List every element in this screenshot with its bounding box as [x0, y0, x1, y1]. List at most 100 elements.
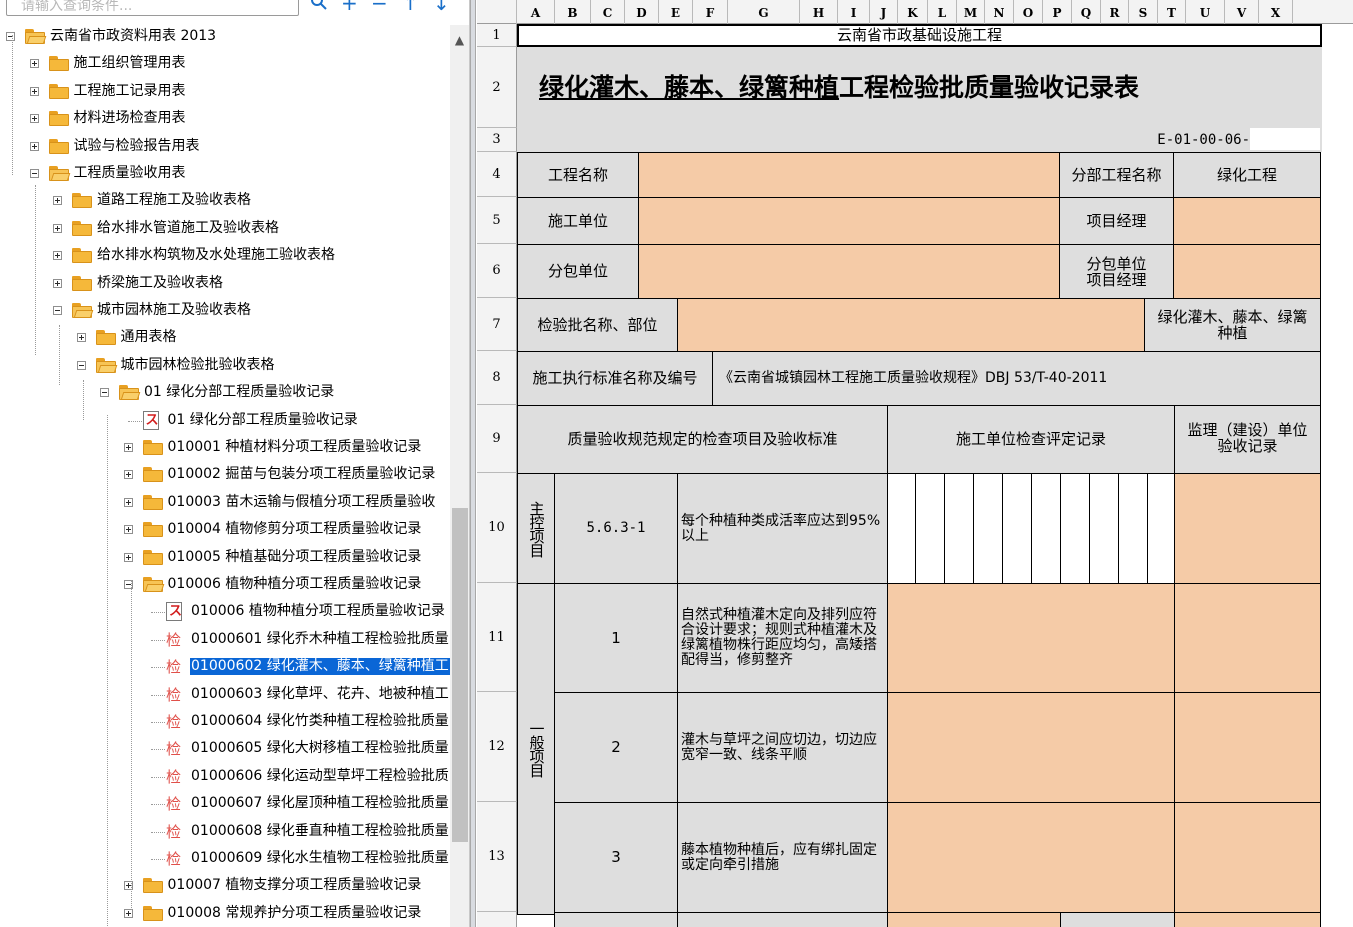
tree-leaf-inspection[interactable]: 检 01000602 绿化灌木、藤本、绿篱种植工 — [0, 655, 450, 679]
header-supervisor-record[interactable]: 监理（建设）单位 验收记录 — [1174, 405, 1321, 474]
contractor-label[interactable]: 施工单位 — [517, 197, 639, 245]
column-header[interactable]: L — [928, 0, 957, 24]
tree-leaf-inspection[interactable]: 检 01000605 绿化大树移植工程检验批质量 — [0, 737, 450, 761]
next-row-contractor[interactable] — [887, 912, 1061, 927]
check-cell[interactable] — [1060, 473, 1090, 584]
column-header[interactable]: D — [625, 0, 659, 24]
column-header[interactable]: M — [957, 0, 985, 24]
column-header[interactable]: J — [870, 0, 898, 24]
select-all-corner[interactable] — [477, 0, 517, 24]
tree-item-label[interactable]: 010001 种植材料分项工程质量验收记录 — [167, 439, 423, 456]
subcontractor-label[interactable]: 分包单位 — [517, 244, 639, 299]
expand-icon[interactable] — [123, 497, 133, 507]
tree-item-label-selected[interactable]: 01000602 绿化灌木、藤本、绿篱种植工 — [190, 658, 450, 676]
column-header[interactable]: E — [659, 0, 693, 24]
spreadsheet[interactable]: ABCDEFGHIJKLMNOPQRSTUVX 1 2 3 4 5 6 7 8 9 10 11 12 1… — [477, 0, 1353, 927]
contractor-field[interactable] — [638, 197, 1060, 245]
tree-folder[interactable]: 工程质量验收用表 — [0, 162, 450, 186]
item3-code[interactable]: 2 — [554, 692, 678, 803]
tree-item-label[interactable]: 01000608 绿化垂直种植工程检验批质量 — [190, 823, 450, 840]
column-header[interactable]: K — [898, 0, 928, 24]
tree-item-label[interactable]: 施工组织管理用表 — [73, 55, 187, 72]
expand-icon[interactable] — [123, 552, 133, 562]
column-header[interactable]: T — [1158, 0, 1186, 24]
standard-label[interactable]: 施工执行标准名称及编号 — [517, 351, 713, 406]
next-row-code[interactable] — [554, 912, 678, 927]
tree-item-label[interactable]: 材料进场检查用表 — [73, 110, 187, 127]
tree-item-label[interactable]: 010002 掘苗与包装分项工程质量验收记录 — [167, 466, 437, 483]
column-header[interactable]: O — [1014, 0, 1043, 24]
tree-item-label[interactable]: 工程质量验收用表 — [73, 165, 187, 182]
tree-folder[interactable]: 010002 掘苗与包装分项工程质量验收记录 — [0, 463, 450, 487]
tree-folder[interactable]: 010007 植物支撑分项工程质量验收记录 — [0, 874, 450, 898]
expand-icon[interactable] — [123, 470, 133, 480]
expand-icon[interactable] — [123, 908, 133, 918]
tree-folder[interactable]: 试验与检验报告用表 — [0, 135, 450, 159]
tree-folder[interactable]: 云南省市政资料用表 2013 — [0, 25, 450, 49]
column-header[interactable]: H — [800, 0, 838, 24]
row-header[interactable]: 10 — [477, 473, 517, 583]
item2-contractor[interactable] — [887, 583, 1175, 693]
tree-leaf-pdf[interactable]: ス 010006 植物种植分项工程质量验收记录 — [0, 600, 450, 624]
form-code[interactable]: E-01-00-06- — [517, 128, 1322, 152]
form-code-blank[interactable] — [1250, 128, 1320, 150]
tree-item-label[interactable]: 01000601 绿化乔木种植工程检验批质量 — [190, 631, 450, 648]
collapse-icon[interactable] — [53, 306, 62, 315]
tree-leaf-inspection[interactable]: 检 01000601 绿化乔木种植工程检验批质量 — [0, 628, 450, 652]
check-cell[interactable] — [1031, 473, 1061, 584]
check-cell[interactable] — [944, 473, 974, 584]
minus-icon[interactable]: − — [371, 0, 388, 13]
column-header[interactable]: U — [1186, 0, 1225, 24]
tree-item-label[interactable]: 010005 种植基础分项工程质量验收记录 — [167, 549, 423, 566]
arrow-down-icon[interactable]: ↓ — [433, 0, 450, 13]
row-header[interactable]: 8 — [477, 351, 517, 405]
row-header[interactable]: 11 — [477, 583, 517, 692]
expand-icon[interactable] — [29, 114, 39, 124]
general-items-label[interactable]: 一般项目 — [517, 583, 555, 915]
tree-item-label[interactable]: 01000604 绿化竹类种植工程检验批质量 — [190, 713, 450, 730]
column-header[interactable]: S — [1129, 0, 1158, 24]
column-header[interactable]: V — [1225, 0, 1259, 24]
next-row-supervisor[interactable] — [1174, 912, 1321, 927]
item1-text[interactable]: 每个种植种类成活率应达到95%以上 — [677, 473, 888, 584]
collapse-icon[interactable] — [76, 360, 86, 370]
item1-code[interactable]: 5.6.3-1 — [554, 473, 678, 584]
tree-item-label[interactable]: 010008 常规养护分项工程质量验收记录 — [167, 905, 423, 922]
tree-folder[interactable]: 材料进场检查用表 — [0, 107, 450, 131]
column-header[interactable]: Q — [1072, 0, 1101, 24]
item3-supervisor[interactable] — [1174, 692, 1321, 803]
tree-item-label[interactable]: 01000603 绿化草坪、花卉、地被种植工 — [190, 686, 450, 703]
item4-supervisor[interactable] — [1174, 802, 1321, 913]
tree-item-label[interactable]: 01000607 绿化屋顶种植工程检验批质量 — [190, 795, 450, 812]
item4-text[interactable]: 藤本植物种植后，应有绑扎固定或定向牵引措施 — [677, 802, 888, 913]
tree-leaf-inspection[interactable]: 检 01000607 绿化屋顶种植工程检验批质量 — [0, 792, 450, 816]
expand-icon[interactable] — [123, 443, 133, 452]
row-header[interactable]: 3 — [477, 128, 517, 152]
tree-view[interactable]: 云南省市政资料用表 2013 施工组织管理用表 工程施工记录用表 材料进场检查用表 试验… — [0, 25, 450, 927]
check-cell[interactable] — [1089, 473, 1119, 584]
sub-manager-label[interactable]: 分包单位 项目经理 — [1059, 244, 1174, 299]
expand-icon[interactable] — [53, 251, 62, 261]
check-cell[interactable] — [1002, 473, 1032, 584]
tree-leaf-inspection[interactable]: 检 01000609 绿化水生植物工程检验批质量 — [0, 847, 450, 871]
expand-icon[interactable] — [53, 223, 62, 233]
tree-folder[interactable]: 城市园林施工及验收表格 — [0, 299, 450, 323]
check-cell[interactable] — [887, 473, 916, 584]
tree-item-label[interactable]: 01000609 绿化水生植物工程检验批质量 — [190, 850, 450, 867]
tree-item-label[interactable]: 城市园林施工及验收表格 — [96, 302, 252, 319]
search-input[interactable]: 请输入查询条件... — [6, 0, 299, 16]
tree-item-label[interactable]: 城市园林检验批验收表格 — [120, 357, 276, 374]
tree-folder[interactable]: 桥梁施工及验收表格 — [0, 272, 450, 296]
arrow-up-icon[interactable]: ↑ — [402, 0, 419, 13]
tree-item-label[interactable]: 01000605 绿化大树移植工程检验批质量 — [190, 740, 450, 757]
collapse-icon[interactable] — [29, 169, 39, 178]
tree-item-label[interactable]: 01000606 绿化运动型草坪工程检验批质 — [190, 768, 450, 785]
tree-folder[interactable]: 给水排水构筑物及水处理施工验收表格 — [0, 244, 450, 268]
row-header[interactable]: 12 — [477, 692, 517, 802]
column-header[interactable]: N — [985, 0, 1014, 24]
tree-folder[interactable]: 010005 种植基础分项工程质量验收记录 — [0, 546, 450, 570]
row-header[interactable]: 13 — [477, 802, 517, 912]
search-icon[interactable] — [310, 0, 328, 14]
tree-item-label[interactable]: 01 绿化分部工程质量验收记录 — [167, 412, 359, 429]
tree-folder[interactable]: 通用表格 — [0, 326, 450, 350]
